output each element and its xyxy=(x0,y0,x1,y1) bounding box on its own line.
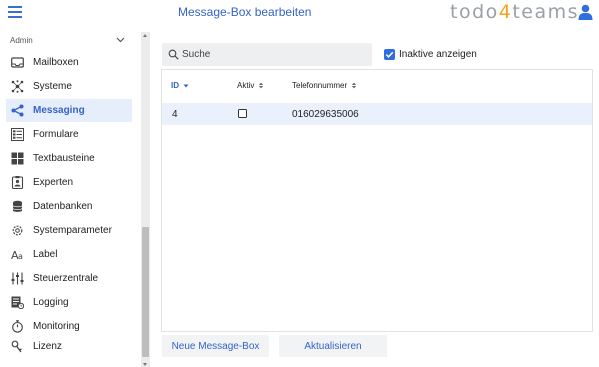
scroll-up-arrow-icon[interactable] xyxy=(143,34,147,37)
inbox-icon xyxy=(11,57,24,68)
sidebar-item-datenbanken[interactable]: Datenbanken xyxy=(6,195,132,218)
brand-logo: todo4teams xyxy=(450,1,579,23)
sidebar-item-textbausteine[interactable]: Textbausteine xyxy=(6,147,132,170)
sidebar-item-label: Experten xyxy=(33,177,74,188)
search-input[interactable] xyxy=(182,47,362,62)
search-box[interactable] xyxy=(162,43,372,66)
sidebar-item-label-nav[interactable]: Aa Label xyxy=(6,243,132,266)
sidebar-item-label: Label xyxy=(33,249,58,260)
text-aa-icon: Aa xyxy=(11,249,23,261)
scroll-down-arrow-icon[interactable] xyxy=(143,363,147,366)
sidebar: Admin Mailboxen Systeme Messaging Formul… xyxy=(0,28,140,367)
sidebar-item-label: Monitoring xyxy=(33,321,80,332)
sidebar-item-label: Systeme xyxy=(33,81,72,92)
inactive-checkbox[interactable] xyxy=(384,49,395,60)
sidebar-item-logging[interactable]: Logging xyxy=(6,291,132,314)
column-header-label: Telefonnummer xyxy=(292,81,348,90)
brand-accent: 4 xyxy=(498,1,513,23)
sidebar-item-label: Formulare xyxy=(33,129,79,140)
sidebar-item-label: Textbausteine xyxy=(33,153,95,164)
sidebar-item-label: Steuerzentrale xyxy=(33,273,99,284)
share-icon xyxy=(11,104,24,117)
form-list-icon xyxy=(11,128,24,141)
sidebar-item-messaging[interactable]: Messaging xyxy=(6,99,132,122)
column-header-aktiv[interactable]: Aktiv xyxy=(237,81,264,90)
cell-id: 4 xyxy=(172,109,178,120)
stopwatch-icon xyxy=(12,320,23,333)
brand-prefix: todo xyxy=(450,1,499,23)
column-header-label: ID xyxy=(171,81,179,90)
gear-icon xyxy=(12,225,23,236)
grid-blocks-icon xyxy=(11,152,24,165)
brand-suffix: teams xyxy=(512,1,580,23)
sidebar-item-label: Datenbanken xyxy=(33,201,93,212)
column-header-label: Aktiv xyxy=(237,81,255,90)
table-row[interactable]: 4 016029635006 xyxy=(162,103,592,125)
sidebar-item-mailboxen[interactable]: Mailboxen xyxy=(6,51,132,74)
badge-icon xyxy=(11,176,24,189)
chevron-down-icon[interactable] xyxy=(116,35,125,44)
scrollbar-thumb[interactable] xyxy=(142,227,149,357)
checkmark-icon xyxy=(385,51,394,58)
sidebar-item-lizenz[interactable]: Lizenz xyxy=(6,335,132,358)
sidebar-item-label: Systemparameter xyxy=(33,225,112,236)
page-title: Message-Box bearbeiten xyxy=(178,5,312,19)
sidebar-scrollbar[interactable] xyxy=(141,32,150,367)
user-icon[interactable] xyxy=(578,4,593,20)
sidebar-item-systeme[interactable]: Systeme xyxy=(6,75,132,98)
sidebar-item-systemparameter[interactable]: Systemparameter xyxy=(6,219,132,242)
sliders-icon xyxy=(11,272,24,285)
top-bar: Message-Box bearbeiten todo4teams xyxy=(0,0,599,25)
sidebar-item-steuerzentrale[interactable]: Steuerzentrale xyxy=(6,267,132,290)
refresh-button[interactable]: Aktualisieren xyxy=(279,335,387,357)
sidebar-item-experten[interactable]: Experten xyxy=(6,171,132,194)
inactive-checkbox-label: Inaktive anzeigen xyxy=(399,49,477,60)
search-icon xyxy=(168,49,179,60)
column-header-telefonnummer[interactable]: Telefonnummer xyxy=(292,81,357,90)
database-icon xyxy=(12,200,23,212)
sort-icon xyxy=(351,82,357,89)
data-table: ID Aktiv Telefonnummer 4 016029635006 xyxy=(161,69,593,332)
sidebar-item-label: Lizenz xyxy=(33,341,62,352)
hamburger-menu-icon[interactable] xyxy=(8,6,22,18)
svg-text:a: a xyxy=(18,252,23,261)
sidebar-item-label: Messaging xyxy=(33,105,85,116)
sidebar-group-title: Admin xyxy=(10,36,33,45)
key-icon xyxy=(11,340,22,353)
row-active-checkbox[interactable] xyxy=(238,109,247,118)
cell-phone: 016029635006 xyxy=(292,109,359,120)
log-icon xyxy=(11,296,24,309)
column-header-id[interactable]: ID xyxy=(171,81,189,90)
sidebar-item-label: Mailboxen xyxy=(33,57,79,68)
sidebar-item-label: Logging xyxy=(33,297,69,308)
new-message-box-button[interactable]: Neue Message-Box xyxy=(162,335,269,357)
sidebar-item-formulare[interactable]: Formulare xyxy=(6,123,132,146)
sort-icon xyxy=(259,82,264,89)
sort-desc-icon xyxy=(183,84,189,88)
network-icon xyxy=(11,80,24,93)
